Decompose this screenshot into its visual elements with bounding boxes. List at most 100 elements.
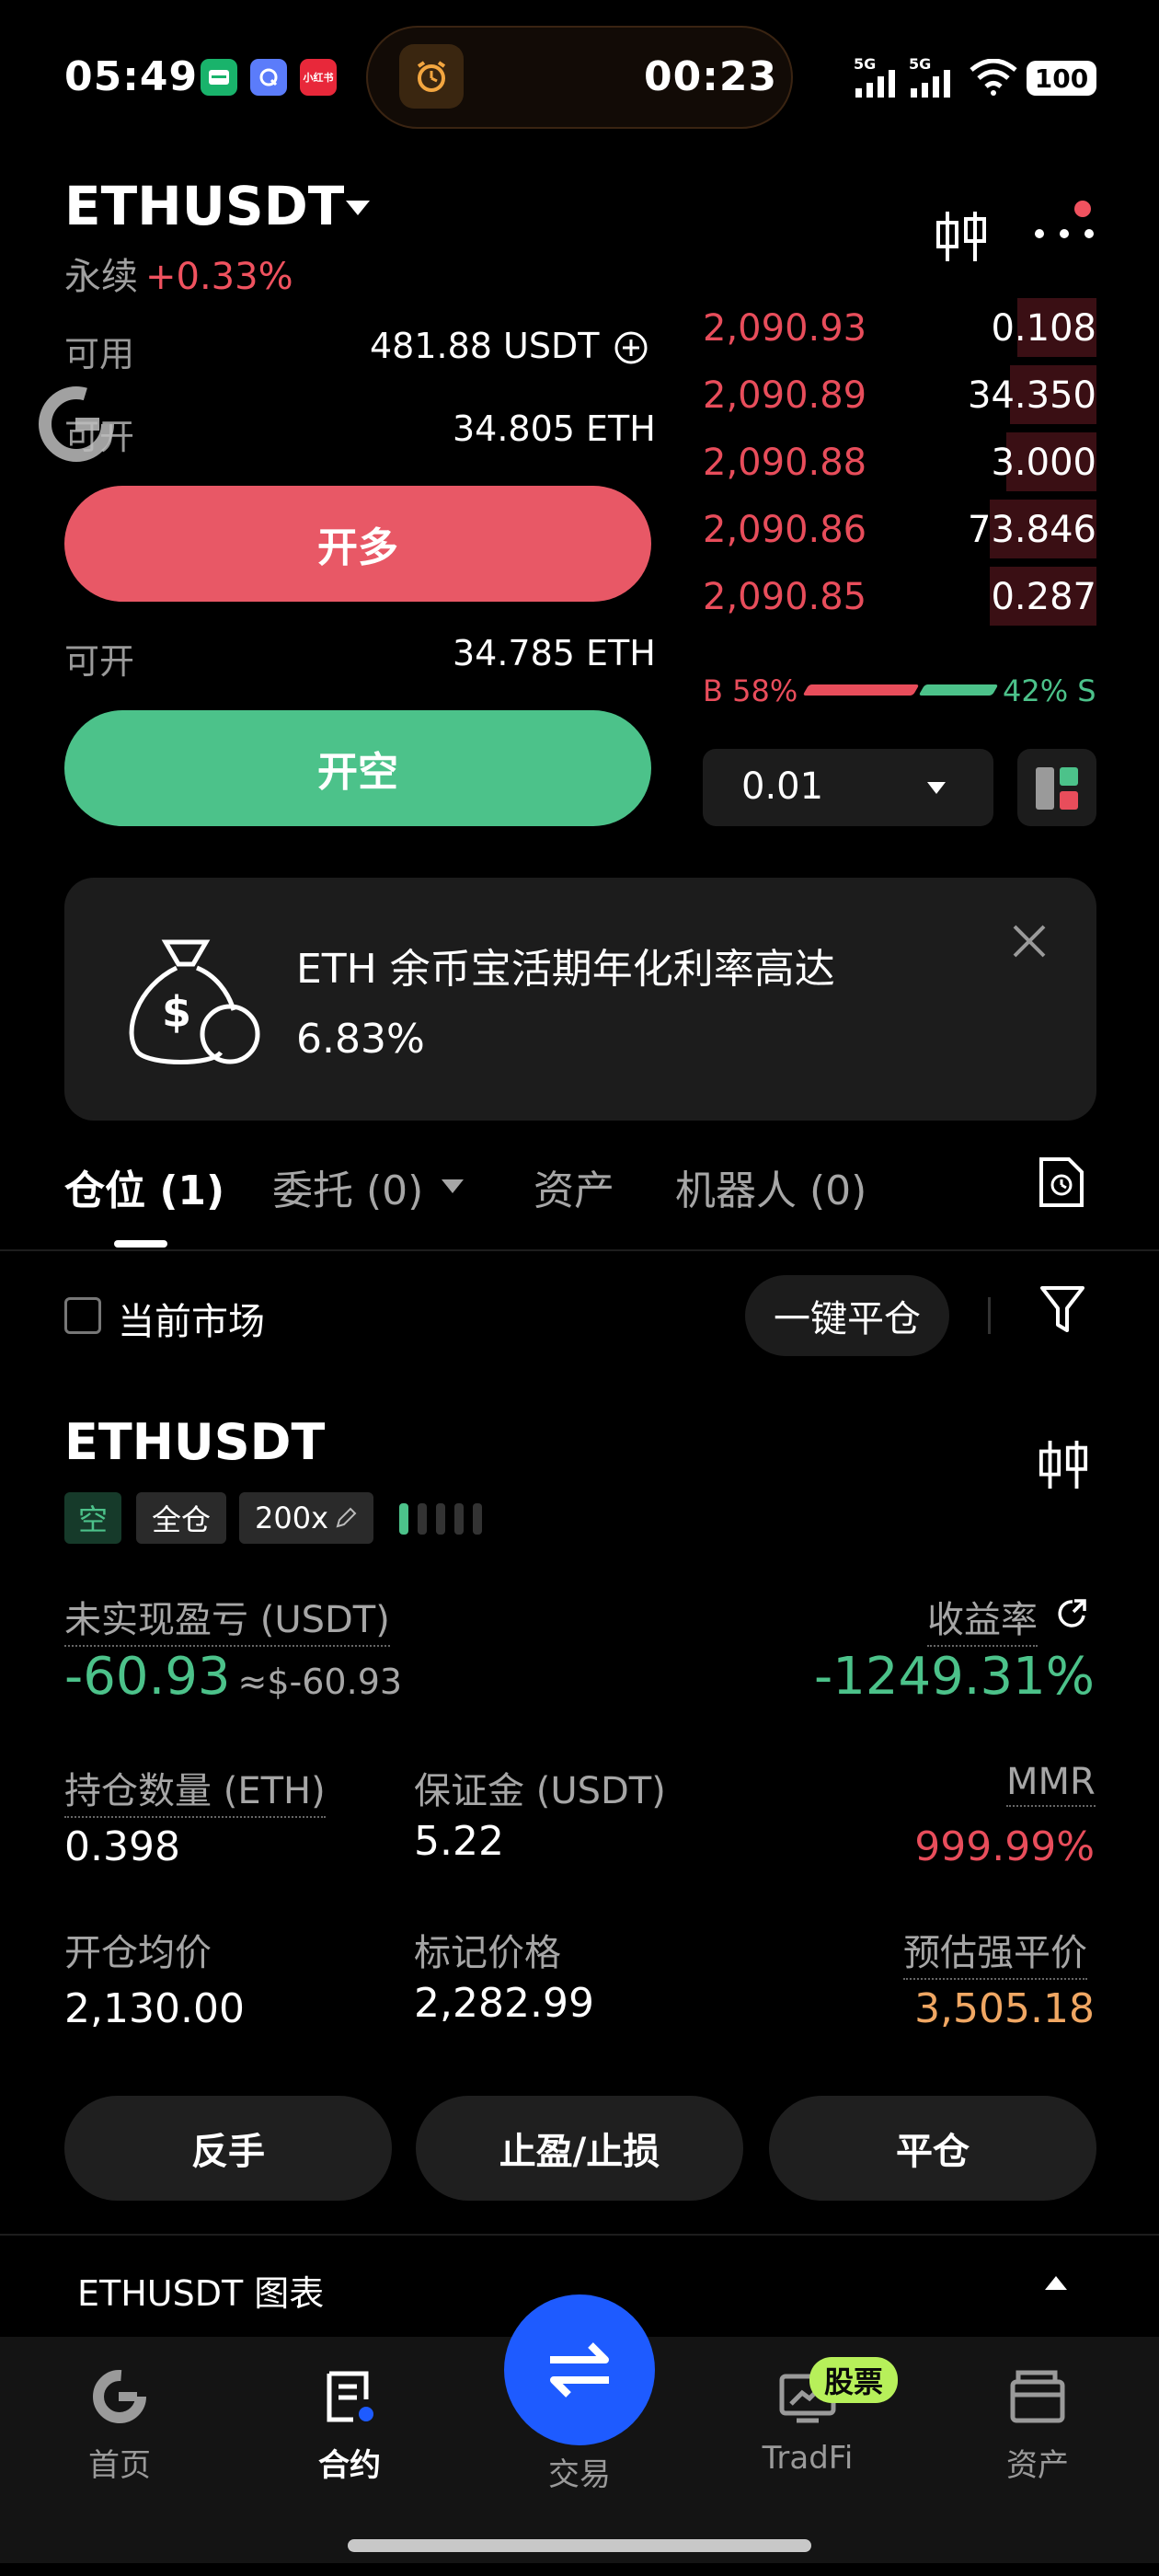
adl-bar — [473, 1503, 482, 1535]
order-book-row[interactable]: 2,090.89 34.350 — [703, 365, 1096, 424]
side-tag: 空 — [64, 1492, 121, 1544]
price-change: +0.33% — [145, 256, 293, 298]
order-book-row[interactable]: 2,090.85 0.287 — [703, 567, 1096, 626]
nav-futures[interactable]: 合约 — [258, 2355, 442, 2485]
close-icon[interactable] — [1012, 924, 1047, 962]
adl-bar — [399, 1503, 408, 1535]
stock-badge: 股票 — [809, 2357, 899, 2403]
promo-line-1: ETH 余币宝活期年化利率高达 — [296, 946, 835, 993]
orders-dropdown-icon[interactable] — [442, 1179, 464, 1193]
q-app-icon — [250, 59, 287, 96]
mark-price-label: 标记价格 — [414, 1932, 561, 1974]
tab-bots[interactable]: 机器人 (0) — [675, 1157, 866, 1216]
futures-icon — [258, 2355, 442, 2438]
more-icon[interactable] — [1032, 224, 1096, 247]
money-bag-icon: $ — [120, 931, 263, 1073]
order-book-row[interactable]: 2,090.93 0.108 — [703, 298, 1096, 357]
size-value: 0.398 — [64, 1823, 180, 1870]
signal-icon — [855, 70, 898, 101]
nav-home-label: 首页 — [88, 2447, 151, 2484]
symbol-title[interactable]: ETHUSDT — [64, 175, 344, 237]
promo-line-2: 6.83% — [296, 1016, 425, 1063]
nav-trade[interactable]: 交易 — [488, 2429, 671, 2494]
unrealized-pnl-label[interactable]: 未实现盈亏 (USDT) — [64, 1590, 390, 1647]
trade-swap-icon — [550, 2342, 609, 2398]
adl-bar — [436, 1503, 445, 1535]
open-short-button[interactable]: 开空 — [64, 710, 651, 826]
leverage-value: 200x — [254, 1501, 328, 1535]
ask-price: 2,090.89 — [703, 374, 867, 417]
candlestick-chart-icon[interactable] — [935, 208, 988, 269]
precision-value: 0.01 — [741, 765, 824, 808]
ask-quantity: 73.846 — [968, 509, 1096, 551]
sell-ratio-bar — [918, 684, 999, 696]
liq-price-value: 3,505.18 — [914, 1985, 1095, 2032]
island-timer: 00:23 — [644, 53, 778, 100]
order-book-row[interactable]: 2,090.86 73.846 — [703, 500, 1096, 558]
history-doc-icon[interactable] — [1038, 1156, 1085, 1213]
ask-quantity: 34.350 — [968, 374, 1096, 417]
unrealized-pnl-usd: ≈$-60.93 — [237, 1662, 403, 1702]
ask-quantity: 3.000 — [991, 442, 1096, 484]
chart-section-label[interactable]: ETHUSDT 图表 — [77, 2265, 324, 2316]
edit-icon — [336, 1507, 357, 1528]
tab-assets[interactable]: 资产 — [534, 1157, 614, 1216]
available-label: 可用 — [64, 334, 135, 374]
chevron-down-icon — [927, 782, 946, 794]
liq-price-label[interactable]: 预估强平价 — [903, 1923, 1087, 1980]
chevron-up-icon[interactable] — [1045, 2276, 1067, 2290]
tab-active-indicator — [114, 1240, 167, 1248]
reverse-button[interactable]: 反手 — [64, 2096, 392, 2201]
current-market-checkbox[interactable] — [64, 1297, 101, 1334]
adl-bar — [418, 1503, 427, 1535]
position-chart-icon[interactable] — [1038, 1437, 1089, 1496]
leverage-tag[interactable]: 200x — [239, 1492, 373, 1544]
roi-label[interactable]: 收益率 — [927, 1590, 1038, 1647]
sell-ratio: 42% S — [1003, 673, 1096, 708]
wallet-icon — [946, 2355, 1130, 2438]
entry-price-value: 2,130.00 — [64, 1985, 245, 2032]
size-label[interactable]: 持仓数量 (ETH) — [64, 1761, 326, 1818]
contract-subtitle: 永续 +0.33% — [64, 247, 293, 300]
book-layout-button[interactable] — [1017, 749, 1096, 826]
close-position-button[interactable]: 平仓 — [769, 2096, 1096, 2201]
add-funds-icon[interactable] — [613, 329, 649, 370]
position-symbol[interactable]: ETHUSDT — [64, 1413, 325, 1471]
margin-mode-tag[interactable]: 全仓 — [136, 1492, 226, 1544]
can-open-label-short: 可开 — [64, 641, 135, 682]
filter-separator — [988, 1297, 991, 1334]
nav-home[interactable]: 首页 — [28, 2355, 212, 2485]
svg-text:$: $ — [162, 987, 191, 1037]
filter-icon[interactable] — [1039, 1284, 1085, 1340]
ask-price: 2,090.85 — [703, 576, 867, 618]
ask-quantity: 0.108 — [991, 307, 1096, 350]
nav-assets[interactable]: 资产 — [946, 2355, 1130, 2485]
chart-divider — [0, 2234, 1159, 2236]
symbol-dropdown-icon[interactable] — [346, 201, 370, 215]
share-icon[interactable] — [1056, 1597, 1089, 1634]
tab-positions[interactable]: 仓位 (1) — [64, 1157, 224, 1216]
close-all-button[interactable]: 一键平仓 — [745, 1275, 949, 1356]
floating-logo-icon[interactable] — [35, 383, 118, 469]
open-long-button[interactable]: 开多 — [64, 486, 651, 602]
order-book-row[interactable]: 2,090.88 3.000 — [703, 432, 1096, 491]
entry-price-label: 开仓均价 — [64, 1932, 212, 1974]
mmr-label[interactable]: MMR — [1006, 1761, 1096, 1807]
tp-sl-button[interactable]: 止盈/止损 — [416, 2096, 743, 2201]
tab-orders[interactable]: 委托 (0) — [272, 1157, 423, 1216]
contract-type: 永续 — [64, 256, 138, 298]
unrealized-pnl: -60.93 ≈$-60.93 — [64, 1647, 402, 1707]
precision-select[interactable]: 0.01 — [703, 749, 993, 826]
alarm-icon — [399, 44, 464, 109]
nav-trade-label: 交易 — [548, 2456, 611, 2493]
can-open-value-short: 34.785 ETH — [453, 633, 656, 673]
available-value: 481.88 USDT — [370, 326, 600, 366]
home-indicator[interactable] — [348, 2539, 811, 2552]
roi-value: -1249.31% — [814, 1647, 1095, 1707]
margin-label: 保证金 (USDT) — [414, 1770, 666, 1812]
ask-price: 2,090.86 — [703, 509, 867, 551]
status-time: 05:49 — [64, 53, 199, 100]
ask-price: 2,090.88 — [703, 442, 867, 484]
trade-fab-button[interactable] — [504, 2294, 655, 2445]
battery-indicator: 100 — [1027, 61, 1096, 96]
